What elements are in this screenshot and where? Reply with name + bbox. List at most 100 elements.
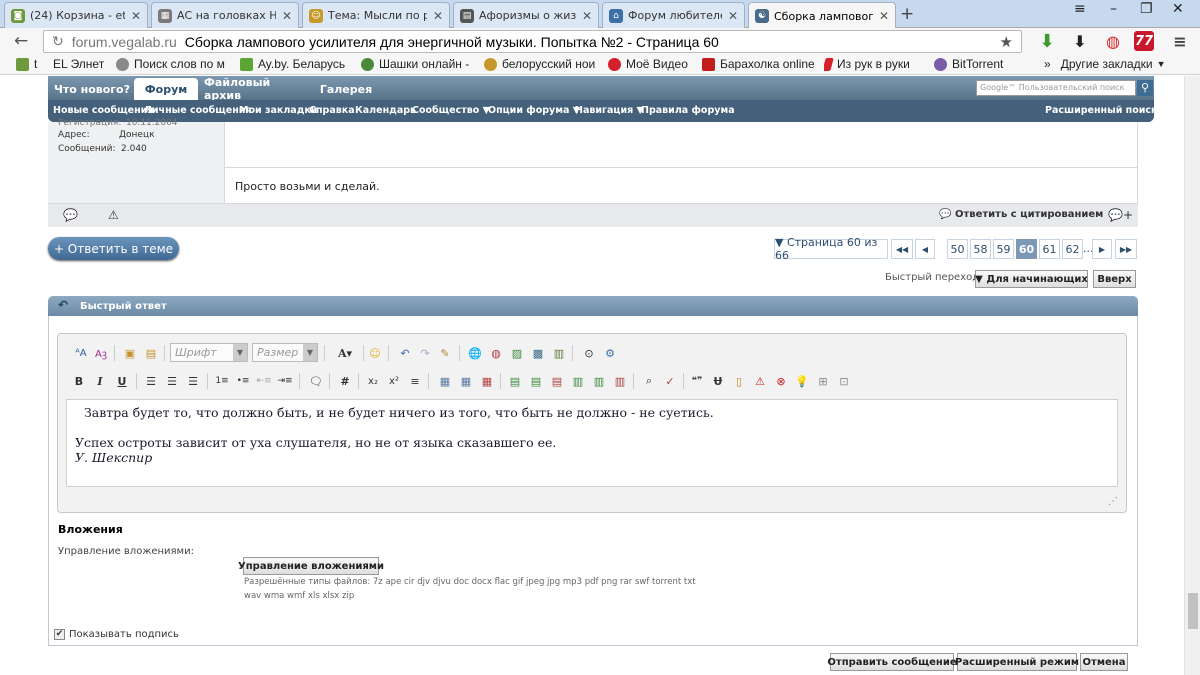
size-select[interactable]: Размер ▼ xyxy=(252,343,318,362)
message-textarea[interactable]: Завтра будет то, что должно быть, и не б… xyxy=(66,399,1118,487)
page-scrollbar[interactable] xyxy=(1184,76,1200,675)
italic-icon[interactable]: I xyxy=(91,372,109,390)
tab-gallery[interactable]: Галерея xyxy=(314,78,378,100)
quote-icon[interactable]: 🗨 xyxy=(307,372,325,390)
stop-icon[interactable]: ⊗ xyxy=(772,372,790,390)
bookmark-item[interactable]: Из рук в руки xyxy=(824,57,924,71)
adblock-icon[interactable]: ◍ xyxy=(1103,31,1123,51)
report-warning-icon[interactable]: ⚠ xyxy=(108,208,119,222)
paste-text-icon[interactable]: ▤ xyxy=(142,344,160,362)
warning-icon[interactable]: ⚠ xyxy=(751,372,769,390)
advanced-mode-button[interactable]: Расширенный режим xyxy=(955,653,1079,671)
page-link[interactable]: 59 xyxy=(993,239,1014,259)
manage-attachments-button[interactable]: Управление вложениями xyxy=(238,557,384,575)
insert-column-left-icon[interactable]: ▥ xyxy=(569,372,587,390)
bookmark-item[interactable]: EL Элнет xyxy=(53,57,111,71)
bookmark-item[interactable]: Ay.by. Беларусь xyxy=(240,57,352,71)
text-color-icon[interactable]: A▾ xyxy=(331,344,359,362)
delete-row-icon[interactable]: ▤ xyxy=(548,372,566,390)
tab-1[interactable]: ◙ (24) Корзина - etlik.69 ✕ xyxy=(4,2,148,28)
minimize-icon[interactable]: – xyxy=(1110,1,1117,17)
prev-page-button[interactable]: ◀ xyxy=(915,239,935,259)
close-tab-icon[interactable]: ✕ xyxy=(433,9,443,23)
hash-tag-icon[interactable]: # xyxy=(336,372,354,390)
reply-with-quote-button[interactable]: 💬 Ответить с цитированием xyxy=(939,209,1103,220)
bookmark-item[interactable]: Моё Видео xyxy=(608,57,696,71)
send-message-button[interactable]: Отправить сообщение xyxy=(827,653,957,671)
switch-mode-icon[interactable]: Aꝫ xyxy=(92,344,110,362)
address-bar[interactable]: ↻ forum.vegalab.ru Сборка лампового усил… xyxy=(43,30,1022,53)
video-icon[interactable]: ▥ xyxy=(550,344,568,362)
tab-3[interactable]: ☺ Тема: Мысли по разв ✕ xyxy=(302,2,450,28)
nav-private-messages[interactable]: Личные сообщения xyxy=(144,105,252,116)
album-icon[interactable]: ▩ xyxy=(529,344,547,362)
spellcheck-icon[interactable]: ✓ xyxy=(661,372,679,390)
bookmark-item[interactable]: Поиск слов по м xyxy=(116,57,229,71)
nav-new-posts[interactable]: Новые сообщения xyxy=(53,105,153,116)
lightbulb-icon[interactable]: 💡 xyxy=(793,372,811,390)
table-insert-icon[interactable]: ▦ xyxy=(457,372,475,390)
page-link[interactable]: 61 xyxy=(1039,239,1060,259)
remove-format-icon[interactable]: ᴬA xyxy=(72,344,90,362)
multi-quote-icon[interactable]: 💬+ xyxy=(1108,208,1133,222)
bookmark-star-icon[interactable]: ★ xyxy=(1000,33,1013,51)
page-info-dropdown[interactable]: ▼ Страница 60 из 66 xyxy=(774,236,888,262)
tab-whats-new[interactable]: Что нового? xyxy=(52,78,132,100)
redo-icon[interactable]: ↷ xyxy=(416,344,434,362)
paste-icon[interactable]: ▣ xyxy=(121,344,139,362)
maximize-icon[interactable]: ❐ xyxy=(1140,1,1153,17)
smiley-icon[interactable]: ☺ xyxy=(366,344,384,362)
close-tab-icon[interactable]: ✕ xyxy=(728,9,738,23)
table-icon[interactable]: ▦ xyxy=(436,372,454,390)
superscript-icon[interactable]: x² xyxy=(385,372,403,390)
top-button[interactable]: Вверх xyxy=(1093,270,1136,288)
quick-jump-select[interactable]: ▼ Для начинающих xyxy=(975,270,1088,288)
private-message-icon[interactable]: 💬 xyxy=(63,208,78,222)
page-link[interactable]: 62 xyxy=(1062,239,1083,259)
new-tab-button[interactable]: + xyxy=(900,4,914,24)
align-center-icon[interactable]: ☰ xyxy=(163,372,181,390)
tab-4[interactable]: ▤ Афоризмы о жизни, ц ✕ xyxy=(453,2,599,28)
bookmark-item[interactable]: белорусский нои xyxy=(484,57,599,71)
bookmark-item[interactable]: t xyxy=(16,57,42,71)
close-tab-icon[interactable]: ✕ xyxy=(879,9,889,23)
ordered-list-icon[interactable]: 1≡ xyxy=(213,372,231,390)
align-left-icon[interactable]: ☰ xyxy=(142,372,160,390)
show-signature-checkbox[interactable]: ✔ Показывать подпись xyxy=(54,629,179,640)
nav-forum-rules[interactable]: Правила форума xyxy=(641,105,735,116)
insert-column-right-icon[interactable]: ▥ xyxy=(590,372,608,390)
horizontal-rule-icon[interactable]: ≡ xyxy=(406,372,424,390)
page-link-current[interactable]: 60 xyxy=(1016,239,1037,259)
fullscreen-icon[interactable]: ⊡ xyxy=(835,372,853,390)
reply-to-thread-button[interactable]: + Ответить в теме xyxy=(48,237,179,260)
indent-icon[interactable]: ⇥≡ xyxy=(276,372,294,390)
insert-row-above-icon[interactable]: ▤ xyxy=(506,372,524,390)
nav-forum-options[interactable]: Опции форума ▼ xyxy=(488,105,580,116)
align-right-icon[interactable]: ☰ xyxy=(184,372,202,390)
extension-77-icon[interactable]: 77 xyxy=(1134,31,1154,51)
close-window-icon[interactable]: ✕ xyxy=(1172,1,1184,17)
bookmark-item[interactable]: BitTorrent xyxy=(934,57,1014,71)
google-search-input[interactable]: Google™ Пользовательский поиск xyxy=(976,80,1136,96)
image-icon[interactable]: ▨ xyxy=(508,344,526,362)
highlight-icon[interactable]: ✎ xyxy=(436,344,454,362)
font-select[interactable]: Шрифт ▼ xyxy=(170,343,248,362)
delete-column-icon[interactable]: ▥ xyxy=(611,372,629,390)
subscript-icon[interactable]: x₂ xyxy=(364,372,382,390)
outdent-icon[interactable]: ⇤≡ xyxy=(255,372,273,390)
page-link[interactable]: 50 xyxy=(947,239,968,259)
close-tab-icon[interactable]: ✕ xyxy=(282,9,292,23)
expand-icon[interactable]: ⊞ xyxy=(814,372,832,390)
tab-forum[interactable]: Форум xyxy=(134,78,198,100)
last-page-button[interactable]: ▶▶ xyxy=(1115,239,1137,259)
back-arrow-icon[interactable]: ← xyxy=(14,31,28,51)
other-bookmarks[interactable]: » Другие закладки ▼ xyxy=(1044,57,1174,71)
link-icon[interactable]: 🌐 xyxy=(466,344,484,362)
download-extension-icon[interactable]: ⬇ xyxy=(1037,31,1057,52)
bold-icon[interactable]: B xyxy=(70,372,88,390)
search-icon[interactable]: ⚲ xyxy=(1137,80,1153,96)
download-arrow-icon[interactable]: ⬇ xyxy=(1070,31,1090,51)
close-tab-icon[interactable]: ✕ xyxy=(131,9,141,23)
table-delete-icon[interactable]: ▦ xyxy=(478,372,496,390)
unordered-list-icon[interactable]: •≡ xyxy=(234,372,252,390)
